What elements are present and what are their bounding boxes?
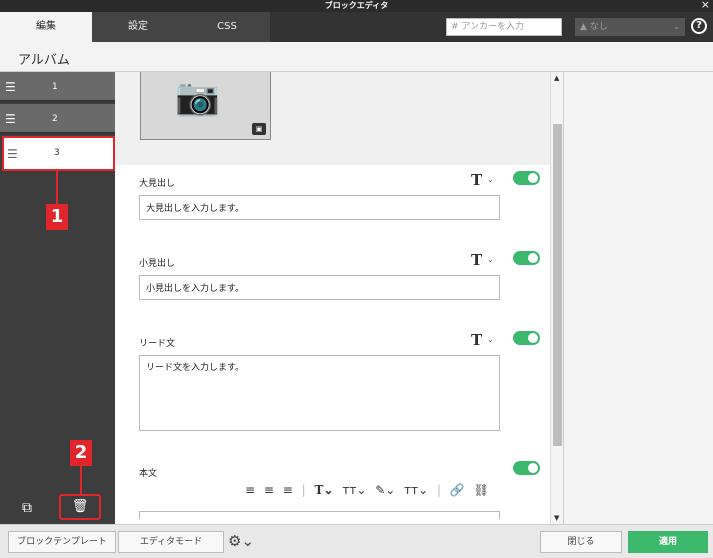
- section-heading-large: 大見出し T ⌄: [115, 165, 550, 245]
- editor-mode-button[interactable]: エディタモード: [118, 531, 224, 553]
- close-button[interactable]: 閉じる: [540, 531, 622, 553]
- text-format-icon[interactable]: ᴛᴛ⌄: [404, 483, 428, 497]
- sidebar-item-label: 3: [54, 148, 60, 158]
- tab-settings[interactable]: 設定: [92, 12, 184, 42]
- scroll-thumb[interactable]: [553, 124, 562, 446]
- text-style-icon[interactable]: T⌄: [315, 483, 334, 497]
- style-select[interactable]: ▲ なし ⌄: [575, 18, 685, 36]
- body-editor[interactable]: [139, 511, 500, 519]
- section-label: 大見出し: [139, 179, 176, 189]
- style-select-icon: ▲: [580, 22, 587, 32]
- align-left-icon[interactable]: ≡: [245, 483, 255, 497]
- image-card[interactable]: 📷 ▣: [140, 72, 271, 140]
- page-title: アルバム: [18, 53, 70, 68]
- richtext-toolbar: ≡ ≡ ≡ | T⌄ ᴛᴛ⌄ ✎⌄ ᴛᴛ⌄ | 🔗 ⛓: [245, 483, 494, 501]
- tab-edit[interactable]: 編集: [0, 12, 92, 42]
- callout-line: [56, 171, 58, 204]
- close-icon[interactable]: ×: [701, 0, 710, 11]
- heading-large-input[interactable]: [139, 195, 500, 220]
- chevron-down-icon[interactable]: ⌄: [487, 175, 494, 184]
- align-right-icon[interactable]: ≡: [283, 483, 293, 497]
- callout-line: [80, 466, 82, 494]
- section-heading-small: 小見出し T ⌄: [115, 245, 550, 325]
- drag-handle-icon[interactable]: ☰: [5, 113, 16, 125]
- apply-button[interactable]: 適用: [628, 531, 708, 553]
- toolbar-divider: |: [437, 483, 442, 497]
- drag-handle-icon[interactable]: ☰: [5, 81, 16, 93]
- callout-1: 1: [46, 204, 68, 230]
- content-scrollbar[interactable]: ▲ ▼: [550, 72, 564, 524]
- color-picker-icon[interactable]: ✎⌄: [375, 483, 395, 497]
- duplicate-icon[interactable]: ⧉: [22, 500, 32, 516]
- link-icon[interactable]: 🔗: [450, 483, 465, 497]
- window-title: ブロックエディタ: [324, 1, 389, 10]
- section-toggle[interactable]: [513, 171, 540, 185]
- unlink-icon[interactable]: ⛓: [474, 483, 489, 497]
- anchor-input[interactable]: # アンカーを入力: [446, 18, 562, 36]
- section-label: 小見出し: [139, 259, 176, 269]
- sidebar-item-1[interactable]: ☰ 1: [0, 72, 115, 102]
- callout-2: 2: [70, 440, 92, 466]
- gear-icon[interactable]: ⚙⌄: [228, 532, 254, 550]
- section-toggle[interactable]: [513, 251, 540, 265]
- trash-icon: 🗑: [71, 499, 89, 514]
- chevron-down-icon[interactable]: ⌄: [487, 335, 494, 344]
- section-label: リード文: [139, 339, 176, 349]
- sidebar-item-3[interactable]: ☰ 3: [2, 136, 115, 171]
- scroll-up-icon[interactable]: ▲: [554, 74, 559, 82]
- section-label: 本文: [139, 469, 158, 479]
- section-toggle[interactable]: [513, 331, 540, 345]
- camera-image: 📷: [175, 77, 220, 118]
- footer-bar: ブロックテンプレート エディタモード ⚙⌄ 閉じる 適用: [0, 524, 713, 558]
- sidebar-item-label: 1: [52, 82, 58, 92]
- chevron-down-icon: ⌄: [673, 22, 680, 31]
- chevron-down-icon[interactable]: ⌄: [487, 255, 494, 264]
- section-toggle[interactable]: [513, 461, 540, 475]
- text-style-button[interactable]: T: [471, 251, 482, 269]
- page-header: アルバム: [0, 42, 713, 72]
- tab-css[interactable]: CSS: [184, 12, 270, 42]
- section-body: 本文 ≡ ≡ ≡ | T⌄ ᴛᴛ⌄ ✎⌄ ᴛᴛ⌄ | 🔗 ⛓: [115, 455, 550, 524]
- heading-small-input[interactable]: [139, 275, 500, 300]
- block-sidebar: ☰ 1 ☰ 2 ☰ 3: [0, 72, 115, 524]
- section-lead: リード文 T ⌄ リード文を入力します。: [115, 325, 550, 455]
- text-style-button[interactable]: T: [471, 171, 482, 189]
- toolbar-divider: |: [301, 483, 306, 497]
- drag-handle-icon[interactable]: ☰: [7, 148, 18, 160]
- scroll-down-icon[interactable]: ▼: [554, 514, 559, 522]
- image-icon[interactable]: ▣: [252, 123, 266, 135]
- sidebar-item-2[interactable]: ☰ 2: [0, 104, 115, 134]
- align-center-icon[interactable]: ≡: [264, 483, 274, 497]
- window-titlebar: ブロックエディタ ×: [0, 0, 713, 12]
- preview-panel: [564, 72, 713, 524]
- sidebar-item-label: 2: [52, 114, 58, 124]
- lead-textarea[interactable]: リード文を入力します。: [139, 355, 500, 431]
- block-template-button[interactable]: ブロックテンプレート: [8, 531, 116, 553]
- delete-button[interactable]: 🗑: [59, 494, 101, 520]
- help-icon[interactable]: ?: [691, 18, 707, 34]
- font-size-icon[interactable]: ᴛᴛ⌄: [342, 483, 366, 497]
- text-style-button[interactable]: T: [471, 331, 482, 349]
- style-select-value: なし: [589, 22, 608, 32]
